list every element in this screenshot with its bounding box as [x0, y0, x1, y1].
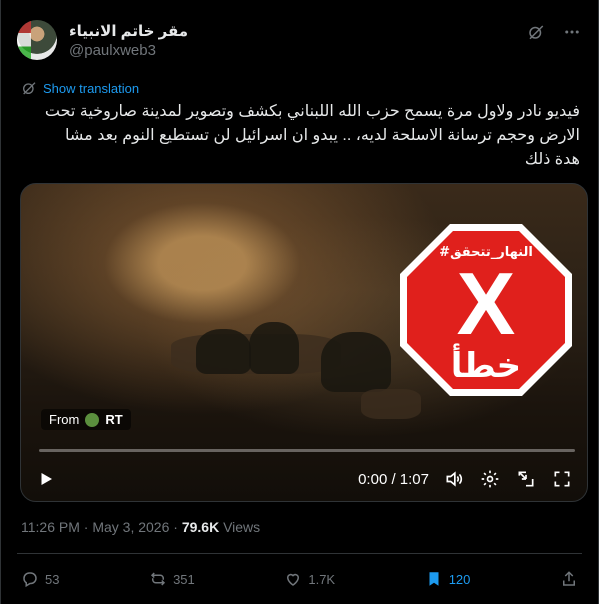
timestamp[interactable]: 11:26 PM · May 3, 2026 ·: [21, 519, 178, 535]
video-progress-bar[interactable]: [39, 449, 575, 452]
repost-count: 351: [173, 571, 195, 587]
rt-logo-icon: [85, 412, 100, 427]
avatar-flag: [17, 20, 31, 60]
share-icon: [563, 571, 575, 586]
stamp-mark: X: [457, 254, 516, 353]
settings-gear-icon[interactable]: [479, 468, 501, 490]
reply-button[interactable]: 53: [21, 570, 59, 588]
views-count: 79.6K: [181, 519, 220, 535]
bookmark-count: 120: [448, 571, 471, 587]
video-scene-figure: [249, 322, 299, 374]
tweet-text: فيديو نادر ولاول مرة يسمح حزب الله اللبن…: [21, 100, 580, 172]
author-name[interactable]: مقر خاتم الانبياء: [69, 22, 188, 40]
repost-button[interactable]: 351: [149, 570, 195, 588]
pip-icon[interactable]: [515, 468, 537, 490]
repost-icon: [151, 572, 166, 586]
top-actions: [526, 22, 582, 42]
bookmark-button[interactable]: 120: [425, 570, 471, 588]
video-scene-figure: [321, 332, 391, 392]
heart-icon: [287, 573, 300, 586]
video-controls: 0:00 / 1:07: [21, 466, 587, 492]
bookmark-icon: [429, 572, 439, 586]
volume-icon[interactable]: [443, 468, 465, 490]
like-count: 1.7K: [308, 571, 336, 587]
show-translation-label: Show translation: [43, 80, 140, 96]
show-translation-link[interactable]: Show translation: [21, 80, 139, 96]
tweet-card: مقر خاتم الانبياء @paulxweb3 Show transl…: [0, 0, 599, 604]
avatar[interactable]: [17, 20, 57, 60]
reply-icon: [23, 572, 37, 588]
reply-count: 53: [45, 571, 60, 587]
stamp-word: خطأ: [451, 343, 521, 386]
divider: [17, 553, 582, 554]
more-options-icon[interactable]: [562, 22, 582, 42]
stop-sign-stamp: #النهار_تتحقق X خطأ: [400, 224, 572, 396]
tweet-text-line: الارض وحجم ترسانة الاسلحة لديه، .. يبدو …: [65, 127, 580, 144]
tweet-text-line: هدة ذلك: [524, 151, 580, 168]
action-bar: 53 351 1.7K 120: [21, 567, 578, 591]
tweet-meta: 11:26 PM · May 3, 2026 · 79.6K Views: [21, 519, 260, 535]
video-player[interactable]: #النهار_تتحقق X خطأ From RT 0:00 / 1:07: [20, 183, 588, 502]
translate-icon: [23, 82, 36, 95]
from-label: From: [49, 412, 80, 427]
fullscreen-icon[interactable]: [551, 468, 573, 490]
like-button[interactable]: 1.7K: [284, 570, 335, 588]
author-handle[interactable]: @paulxweb3: [69, 42, 156, 59]
source-name: RT: [105, 412, 123, 427]
views-label: Views: [223, 519, 261, 535]
tweet-text-line: فيديو نادر ولاول مرة يسمح حزب الله اللبن…: [44, 103, 580, 120]
video-scene-figure: [196, 329, 251, 374]
share-button[interactable]: [560, 570, 578, 588]
video-time: 0:00 / 1:07: [358, 470, 429, 488]
source-badge: From RT: [41, 409, 131, 430]
play-icon[interactable]: [35, 468, 57, 490]
grok-icon[interactable]: [526, 22, 546, 42]
